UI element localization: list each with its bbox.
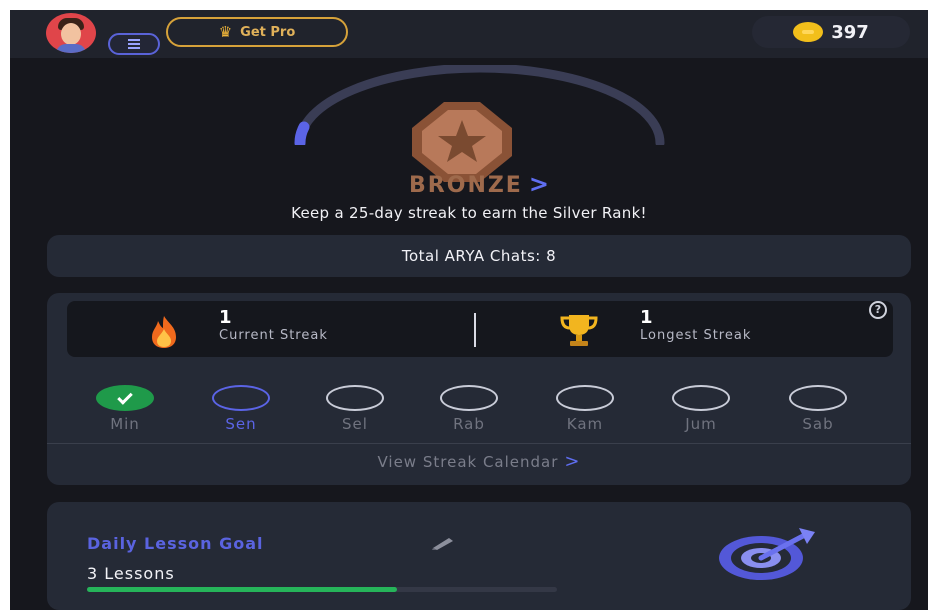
day-status-empty: [789, 385, 847, 411]
day-kam[interactable]: Kam: [545, 385, 625, 433]
day-status-empty: [326, 385, 384, 411]
daily-goal-progress-fill: [87, 587, 398, 592]
day-label: Sen: [225, 415, 257, 433]
day-sab[interactable]: Sab: [778, 385, 858, 433]
daily-goal-title: Daily Lesson Goal: [87, 534, 264, 553]
crown-icon: ♛: [218, 23, 233, 41]
chevron-right-icon: >: [528, 170, 551, 198]
get-pro-label: Get Pro: [240, 24, 296, 40]
pencil-icon[interactable]: [431, 536, 455, 550]
total-chats-label: Total ARYA Chats: 8: [401, 247, 557, 265]
current-streak: 1 Current Streak: [219, 307, 328, 343]
rank-name-link[interactable]: BRONZE >: [360, 170, 600, 198]
day-rab[interactable]: Rab: [429, 385, 509, 433]
streak-card: 1 Current Streak 1 Longest Streak ? Min: [47, 293, 911, 485]
daily-goal-progress: [87, 587, 557, 592]
longest-streak: 1 Longest Streak: [640, 307, 751, 343]
day-status-empty: [672, 385, 730, 411]
day-sel[interactable]: Sel: [315, 385, 395, 433]
help-icon[interactable]: ?: [869, 301, 887, 319]
view-streak-calendar-label: View Streak Calendar: [377, 453, 559, 471]
check-icon: [117, 388, 133, 405]
day-status-done: [96, 385, 154, 411]
weekday-row: Min Sen Sel Rab Kam Jum Sab: [67, 385, 893, 433]
streak-summary: 1 Current Streak 1 Longest Streak ?: [67, 301, 893, 357]
longest-streak-label: Longest Streak: [640, 328, 752, 343]
daily-goal-value: 3 Lessons: [87, 564, 175, 583]
longest-streak-value: 1: [640, 307, 653, 328]
rank-message: Keep a 25-day streak to earn the Silver …: [291, 204, 647, 222]
rank-name: BRONZE: [409, 173, 523, 198]
day-status-empty: [556, 385, 614, 411]
get-pro-button[interactable]: ♛ Get Pro: [166, 17, 348, 47]
day-label: Kam: [566, 415, 604, 433]
card-divider: [47, 443, 911, 444]
day-label: Min: [110, 415, 140, 433]
coin-balance[interactable]: 397: [752, 16, 910, 48]
day-label: Sab: [802, 415, 834, 433]
daily-goal-card[interactable]: Daily Lesson Goal 3 Lessons: [47, 502, 911, 610]
day-jum[interactable]: Jum: [661, 385, 741, 433]
target-icon: [719, 528, 815, 580]
fire-icon: [152, 316, 176, 348]
day-min[interactable]: Min: [85, 385, 165, 433]
day-label: Jum: [685, 415, 717, 433]
current-streak-value: 1: [219, 307, 232, 328]
streak-screen: ♛ Get Pro 397 BRONZE > Keep a 25-day stre…: [10, 10, 928, 610]
day-status-empty: [440, 385, 498, 411]
streak-divider: [474, 313, 476, 347]
top-bar: ♛ Get Pro 397: [10, 10, 928, 58]
current-streak-label: Current Streak: [219, 328, 328, 343]
coin-icon: [793, 22, 824, 42]
chevron-right-icon: >: [564, 451, 581, 472]
avatar[interactable]: [46, 13, 96, 53]
total-chats-card: Total ARYA Chats: 8: [47, 235, 911, 277]
day-sen[interactable]: Sen: [201, 385, 281, 433]
day-label: Rab: [453, 415, 485, 433]
day-label: Sel: [342, 415, 368, 433]
day-status-today: [212, 385, 270, 411]
menu-icon[interactable]: [108, 33, 160, 55]
view-streak-calendar-link[interactable]: View Streak Calendar >: [47, 451, 911, 472]
coin-count: 397: [831, 21, 869, 43]
trophy-icon: [560, 315, 598, 346]
